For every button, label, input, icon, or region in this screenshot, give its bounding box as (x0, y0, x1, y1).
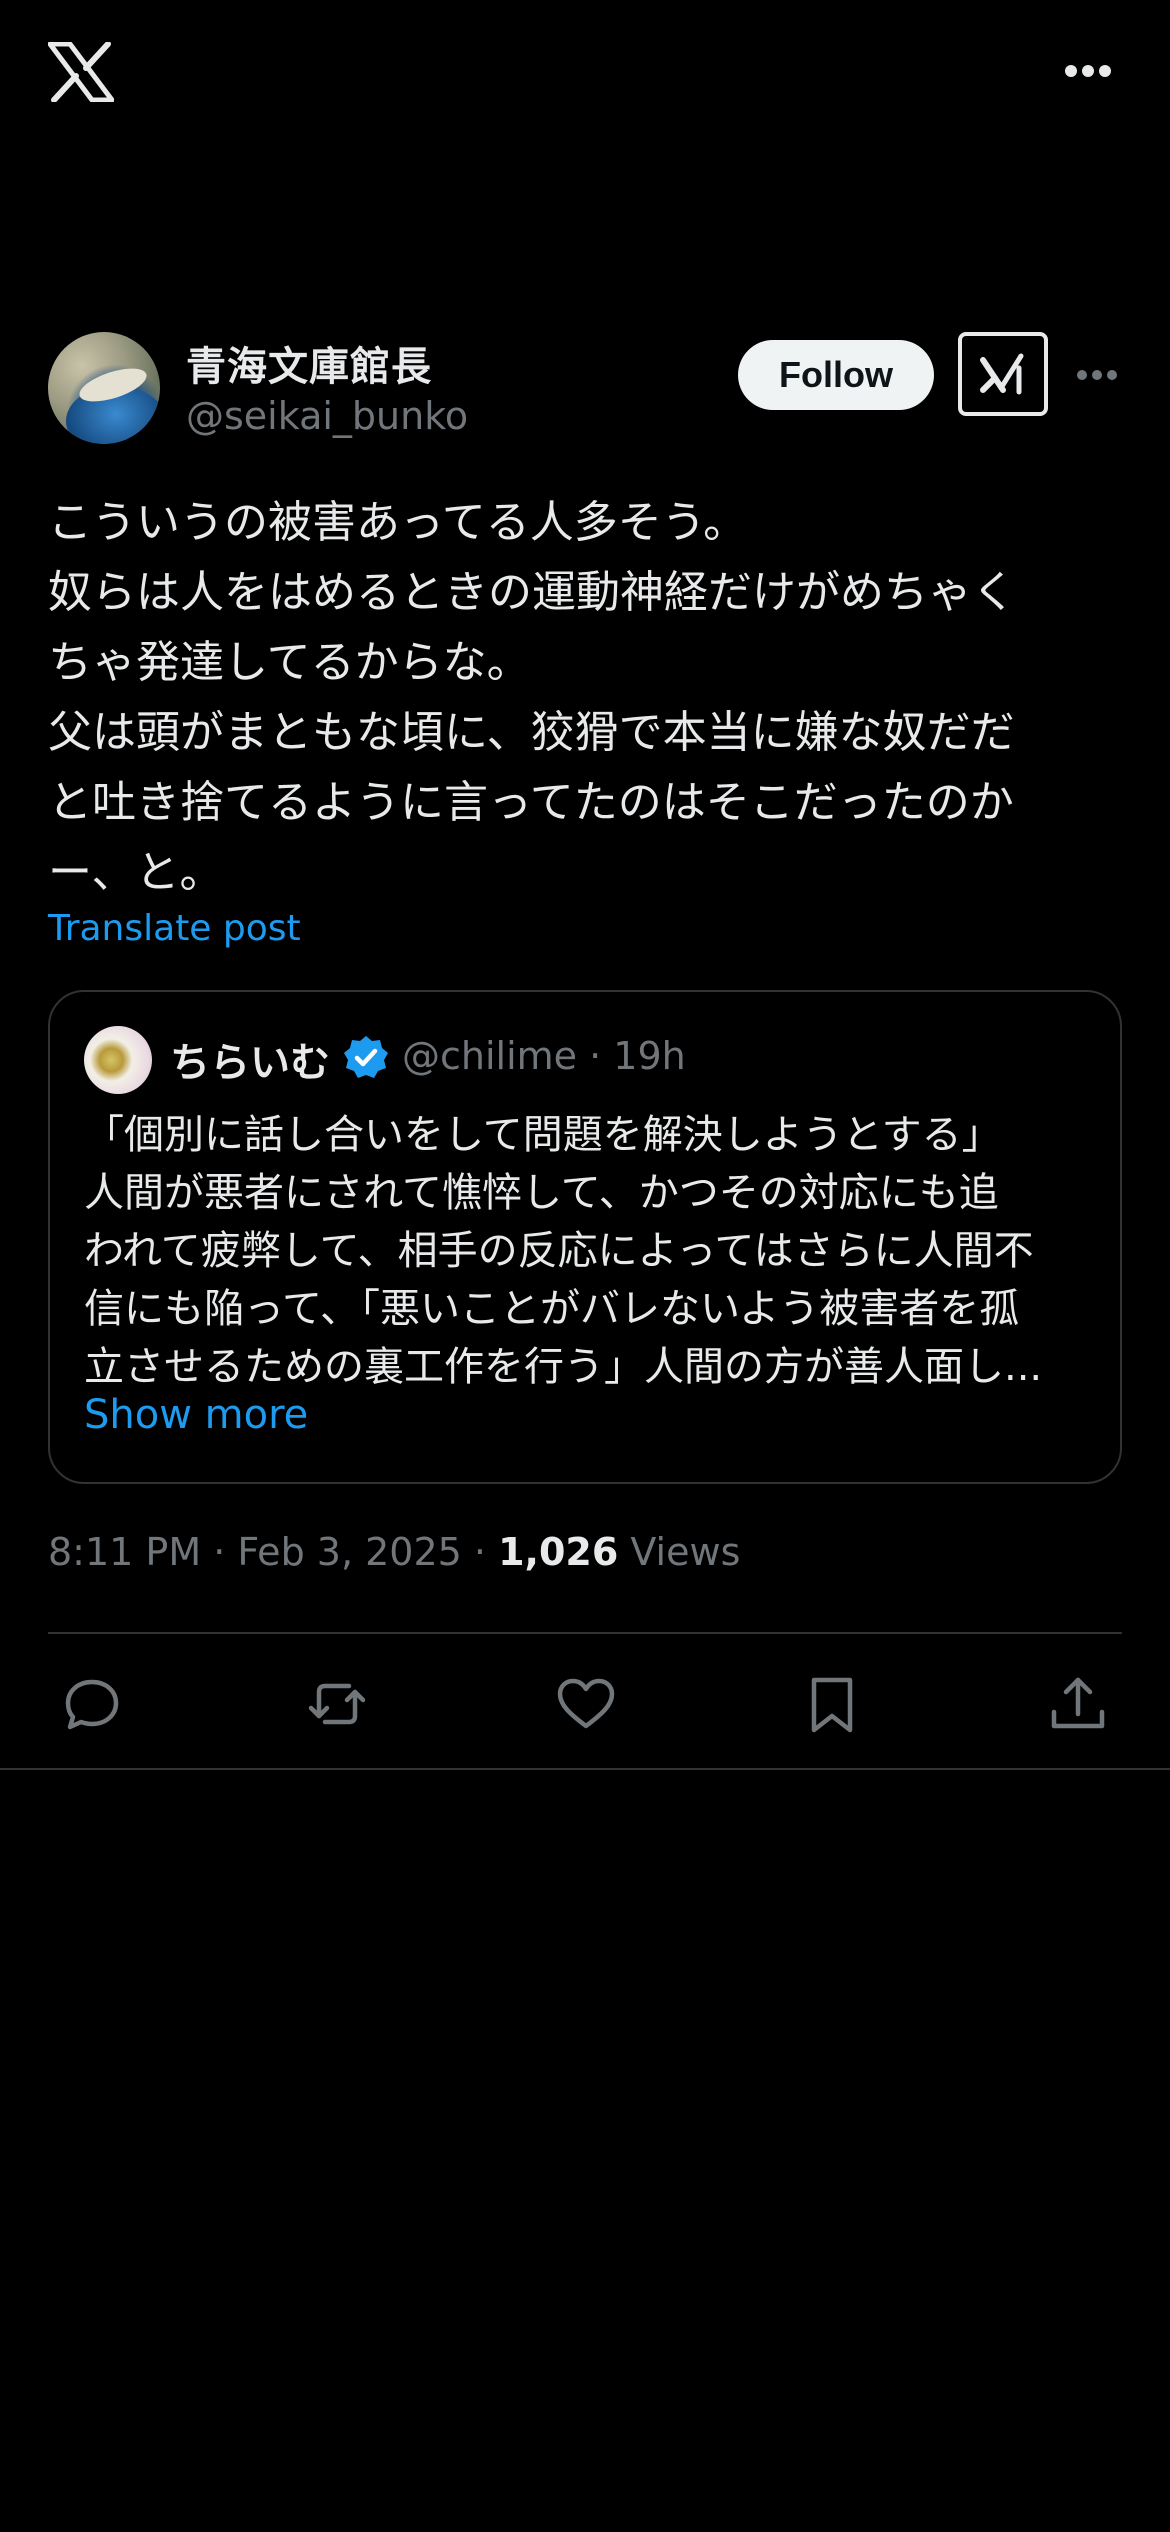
tweet-date[interactable]: Feb 3, 2025 (237, 1530, 461, 1574)
like-button[interactable] (554, 1672, 618, 1736)
reply-icon (65, 1679, 119, 1730)
share-button[interactable] (1046, 1672, 1110, 1736)
heart-icon (557, 1678, 615, 1729)
quoted-display-name: ちらいむ (170, 1040, 330, 1086)
repost-button[interactable] (305, 1672, 369, 1736)
share-icon (1051, 1677, 1105, 1729)
more-horizontal-icon[interactable] (1076, 368, 1118, 382)
reply-button[interactable] (60, 1672, 124, 1736)
tweet-meta-row: 8:11 PM · Feb 3, 2025 · 1,026 Views (48, 1530, 740, 1574)
tweet-text: こういうの被害あってる人多そう。 奴らは人をはめるときの運動神経だけがめちゃく … (48, 497, 1016, 898)
meta-separator: · (213, 1530, 226, 1574)
repost-icon (308, 1683, 366, 1725)
tweet-time[interactable]: 8:11 PM (48, 1530, 201, 1574)
action-bar (0, 1634, 1170, 1768)
quoted-tweet-card[interactable]: ちらいむ @chilime · 19h 「個別に話し合いをして問題を解決しようと… (48, 990, 1122, 1484)
avatar[interactable] (48, 332, 160, 444)
show-more-link[interactable]: Show more (84, 1392, 308, 1438)
views-count[interactable]: 1,026 (498, 1530, 618, 1574)
author-display-name[interactable]: 青海文庫館長 (186, 334, 432, 392)
author-row: 青海文庫館長 @seikai_bunko Follow (48, 332, 1122, 448)
verified-badge-icon (344, 1036, 388, 1078)
x-logo-icon[interactable] (48, 42, 114, 102)
bookmark-icon (811, 1677, 853, 1733)
top-bar (0, 0, 1170, 150)
divider (0, 1768, 1170, 1770)
quoted-text: 「個別に話し合いをして問題を解決しようとする」 人間が悪者にされて憔悴して、かつ… (84, 1112, 1043, 1390)
follow-button[interactable]: Follow (738, 340, 934, 410)
bookmark-button[interactable] (800, 1672, 864, 1736)
quoted-handle-time: @chilime · 19h (402, 1034, 686, 1078)
meta-separator: · (473, 1530, 486, 1574)
grok-button[interactable] (958, 332, 1048, 416)
author-handle[interactable]: @seikai_bunko (186, 394, 468, 438)
more-horizontal-icon[interactable] (1064, 62, 1112, 80)
tweet-detail-page: 青海文庫館長 @seikai_bunko Follow こういうの被害あってる人… (0, 0, 1170, 2532)
grok-icon (980, 353, 1024, 395)
views-label[interactable]: Views (630, 1530, 740, 1574)
translate-post-link[interactable]: Translate post (48, 908, 301, 949)
quoted-avatar[interactable] (84, 1026, 152, 1094)
